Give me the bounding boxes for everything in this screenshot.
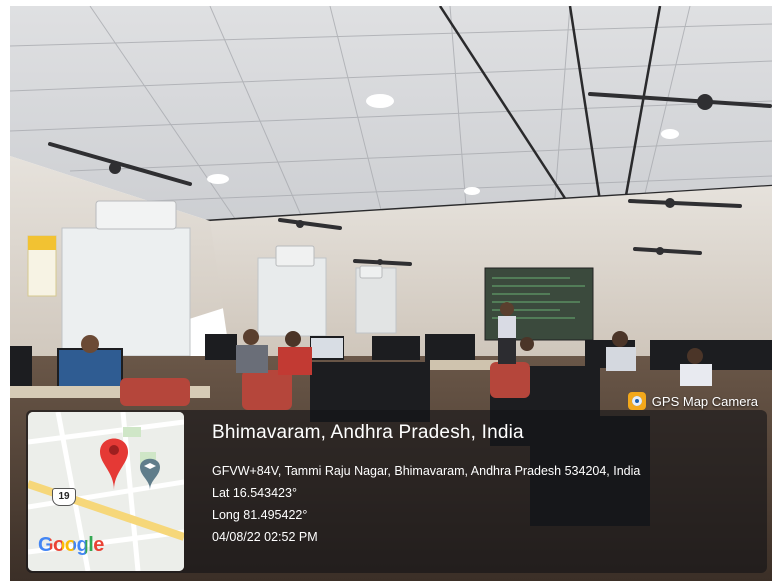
place-name: Bhimavaram, Andhra Pradesh, India: [212, 422, 524, 443]
location-map: 19 Google: [28, 412, 184, 571]
whiteboard-small: [257, 257, 327, 337]
gps-map-camera-icon: [627, 392, 646, 410]
location-info: Bhimavaram, Andhra Pradesh, India GFVW+8…: [212, 422, 640, 548]
air-conditioner: [95, 200, 177, 230]
route-badge: 19: [52, 488, 76, 506]
watermark-label: GPS Map Camera: [651, 393, 758, 409]
gps-map-camera-watermark: GPS Map Camera: [627, 392, 758, 410]
address-line: GFVW+84V, Tammi Raju Nagar, Bhimavaram, …: [212, 464, 641, 478]
latitude: Lat 16.543423°: [212, 486, 297, 500]
google-logo: Google: [38, 534, 104, 556]
whiteboard: [61, 227, 191, 357]
datetime: 04/08/22 02:52 PM: [212, 530, 318, 544]
photo-frame: GPS Map Camera 19 Google Bhimavaram, And…: [0, 0, 775, 584]
longitude: Long 81.495422°: [212, 508, 308, 522]
